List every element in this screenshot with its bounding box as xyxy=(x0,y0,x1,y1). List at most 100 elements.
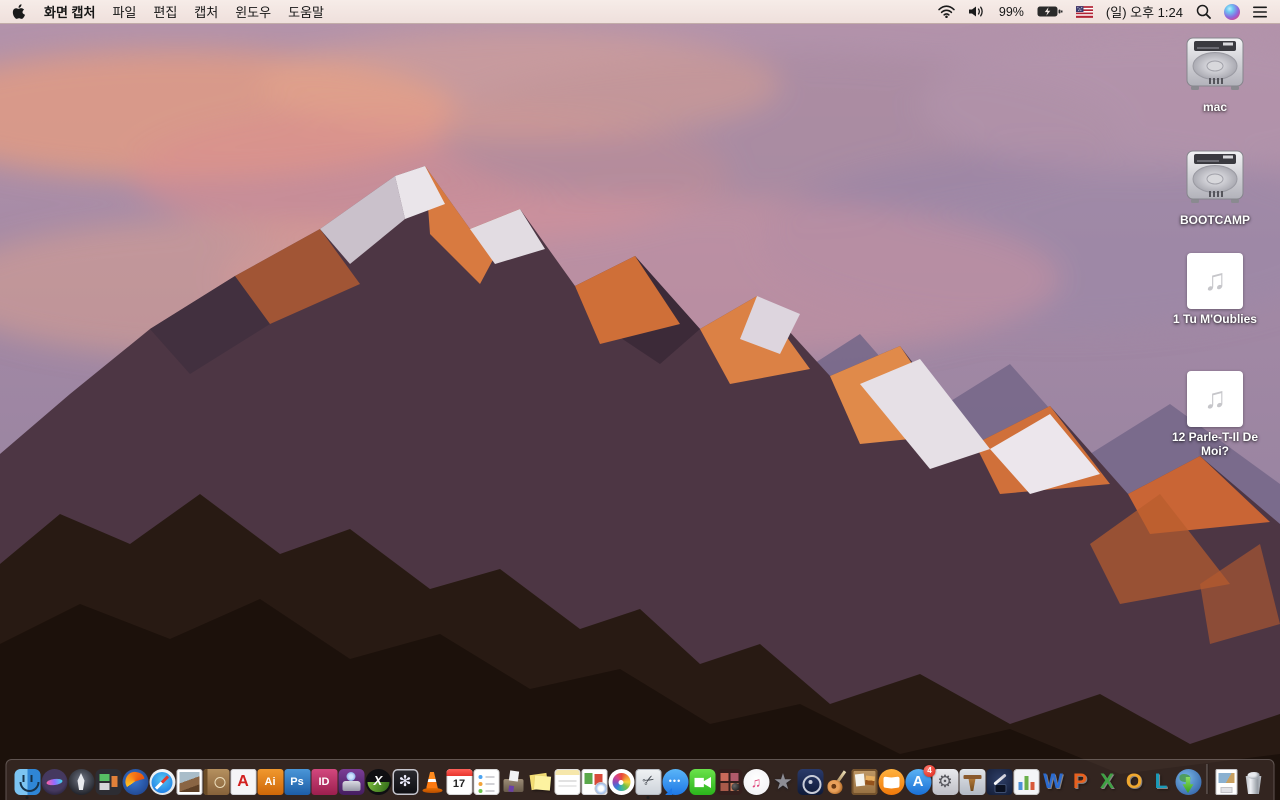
battery-percent: 99% xyxy=(998,4,1024,19)
ballot-box-icon xyxy=(500,769,526,795)
us-flag-input-icon[interactable] xyxy=(1075,5,1093,18)
image-document-icon xyxy=(1215,769,1237,795)
ibooks-icon xyxy=(878,769,904,795)
desktop-icon-label: 12 Parle-T-Il De Moi? xyxy=(1171,430,1259,458)
pages-classic-icon xyxy=(986,769,1012,795)
dvd-player-icon xyxy=(797,769,823,795)
dock-item-ballot-box[interactable] xyxy=(500,769,527,795)
indesign-icon xyxy=(311,769,337,795)
siri-icon[interactable] xyxy=(1224,3,1240,20)
dock-item-pages-classic[interactable] xyxy=(986,769,1013,795)
vlc-icon xyxy=(419,769,445,795)
dock-item-powerpoint[interactable] xyxy=(1067,769,1094,795)
menu-bar-clock[interactable]: (일) 오후 1:24 xyxy=(1106,2,1183,21)
dock-item-safari[interactable] xyxy=(149,769,176,795)
dock-item-image-document[interactable] xyxy=(1213,769,1240,795)
facetime-icon xyxy=(689,769,715,795)
reminders-icon xyxy=(473,769,499,795)
wifi-icon[interactable] xyxy=(938,5,955,18)
desktop-icon-label: mac xyxy=(1202,100,1228,114)
photoshop-icon xyxy=(284,769,310,795)
dock-item-ibooks[interactable] xyxy=(878,769,905,795)
dock-item-disk-fan[interactable] xyxy=(392,769,419,795)
desktop-icon-audio-file-1[interactable]: ♫ 1 Tu M'Oublies xyxy=(1168,253,1262,327)
dock-item-reminders[interactable] xyxy=(473,769,500,795)
dock-item-x-media[interactable] xyxy=(365,769,392,795)
dock-item-preview[interactable] xyxy=(176,769,203,795)
dock-item-photos[interactable] xyxy=(608,769,635,795)
garageband-icon xyxy=(824,769,850,795)
dock-item-itunes[interactable] xyxy=(743,769,770,795)
audio-file-icon: ♫ xyxy=(1187,253,1243,309)
hard-drive-icon xyxy=(1168,149,1262,210)
notification-center-icon[interactable] xyxy=(1253,6,1268,18)
battery-charging-icon[interactable] xyxy=(1037,5,1063,18)
desktop-wallpaper xyxy=(0,24,1280,800)
desktop-icon-label: 1 Tu M'Oublies xyxy=(1173,312,1257,326)
disk-fan-icon xyxy=(392,769,418,795)
menu-capture[interactable]: 캡처 xyxy=(194,2,218,21)
menu-edit[interactable]: 편집 xyxy=(153,2,177,21)
contacts-icon xyxy=(203,769,229,795)
dock-item-keynote[interactable] xyxy=(959,769,986,795)
dock-item-word[interactable] xyxy=(1040,769,1067,795)
dock-item-acrobat[interactable] xyxy=(230,769,257,795)
dock-item-excel[interactable] xyxy=(1094,769,1121,795)
dock-item-downloads[interactable] xyxy=(1175,769,1202,795)
dock-item-dvd-player[interactable] xyxy=(797,769,824,795)
powerpoint-icon xyxy=(1067,769,1093,795)
dock-item-finder[interactable] xyxy=(14,769,41,799)
dock-item-app-store[interactable]: 4 xyxy=(905,765,936,795)
trash-icon xyxy=(1240,769,1266,795)
launchpad-icon xyxy=(68,769,94,795)
dock-item-launchpad[interactable] xyxy=(68,769,95,795)
x-media-icon xyxy=(365,769,391,795)
finder-icon xyxy=(14,769,40,795)
dock-item-docs-badge[interactable] xyxy=(581,769,608,795)
dock-item-messages[interactable] xyxy=(662,769,689,795)
dock-item-photoshop[interactable] xyxy=(284,769,311,795)
keynote-icon xyxy=(959,769,985,795)
dock-item-trash[interactable] xyxy=(1240,769,1267,795)
apple-menu[interactable] xyxy=(12,3,25,20)
dock-item-firefox[interactable] xyxy=(122,769,149,795)
preview-icon xyxy=(176,769,202,795)
dock-item-garageband[interactable] xyxy=(824,769,851,795)
menu-window[interactable]: 윈도우 xyxy=(235,2,271,21)
menu-file[interactable]: 파일 xyxy=(112,2,136,21)
dock-item-calendar[interactable] xyxy=(446,769,473,795)
desktop-icon-mac-drive[interactable]: mac xyxy=(1168,36,1262,115)
running-indicator xyxy=(646,796,650,799)
dock-item-toast[interactable] xyxy=(338,769,365,795)
dock-item-numbers-classic[interactable] xyxy=(1013,769,1040,795)
dock-item-illustrator[interactable] xyxy=(257,769,284,795)
dock-item-grab[interactable] xyxy=(635,769,662,799)
desktop-icon-bootcamp-drive[interactable]: BOOTCAMP xyxy=(1168,149,1262,228)
docs-badge-icon xyxy=(581,769,607,795)
photos-icon xyxy=(608,769,634,795)
dock-item-mission-control[interactable] xyxy=(95,769,122,795)
hard-drive-icon xyxy=(1168,36,1262,97)
dock-item-contacts[interactable] xyxy=(203,769,230,795)
itunes-icon xyxy=(743,769,769,795)
dock-item-photo-booth[interactable] xyxy=(716,769,743,795)
dock-item-stickies[interactable] xyxy=(527,769,554,795)
desktop-icon-audio-file-2[interactable]: ♫ 12 Parle-T-Il De Moi? xyxy=(1168,371,1262,459)
dock-item-siri[interactable] xyxy=(41,769,68,795)
menu-help[interactable]: 도움말 xyxy=(288,2,324,21)
dock-item-lync[interactable] xyxy=(1148,769,1175,795)
volume-icon[interactable] xyxy=(968,5,986,18)
dock-item-facetime[interactable] xyxy=(689,769,716,795)
imovie-icon xyxy=(770,769,796,795)
dock-item-indesign[interactable] xyxy=(311,769,338,795)
dock-item-corkboard[interactable] xyxy=(851,769,878,795)
dock-item-imovie[interactable] xyxy=(770,769,797,795)
menu-app-name[interactable]: 화면 캡처 xyxy=(44,2,95,21)
outlook-icon xyxy=(1121,769,1147,795)
dock-item-system-preferences[interactable] xyxy=(932,769,959,795)
spotlight-search-icon[interactable] xyxy=(1196,4,1211,19)
dock-item-outlook[interactable] xyxy=(1121,769,1148,795)
dock-item-vlc[interactable] xyxy=(419,769,446,795)
notes-icon xyxy=(554,769,580,795)
dock-item-notes[interactable] xyxy=(554,769,581,795)
